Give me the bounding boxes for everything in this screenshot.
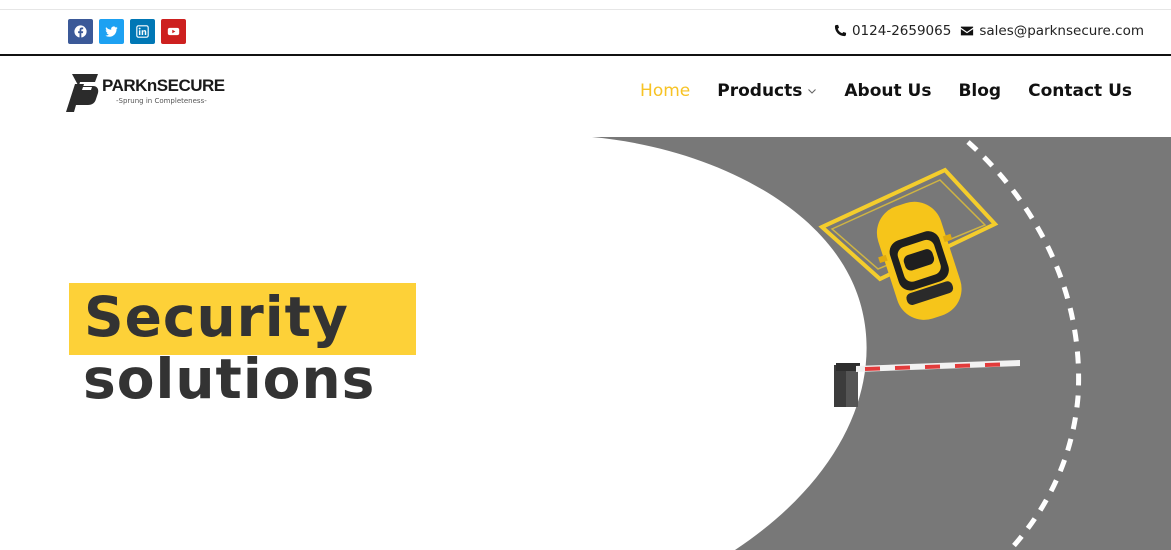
- nav-home[interactable]: Home: [640, 81, 690, 101]
- facebook-icon: [74, 25, 87, 38]
- headline-line-1: Security: [84, 285, 349, 349]
- logo-tagline: -Sprung in Completeness-: [116, 97, 207, 105]
- logo-mark-icon: [66, 74, 99, 112]
- linkedin-button[interactable]: [130, 19, 155, 44]
- contact-info: 0124-2659065 sales@parknsecure.com: [833, 23, 1144, 39]
- youtube-button[interactable]: [161, 19, 186, 44]
- email-link[interactable]: sales@parknsecure.com: [979, 23, 1144, 39]
- headline-line-2: solutions: [83, 347, 376, 411]
- nav-blog[interactable]: Blog: [958, 81, 1001, 101]
- linkedin-icon: [136, 25, 149, 38]
- email-icon: [961, 26, 974, 36]
- social-links: [68, 19, 186, 44]
- chevron-down-icon: [808, 89, 817, 94]
- phone-link[interactable]: 0124-2659065: [852, 23, 951, 39]
- nav-about[interactable]: About Us: [844, 81, 931, 101]
- logo-text: PARKnSECURE: [102, 76, 225, 95]
- top-bar: 0124-2659065 sales@parknsecure.com: [0, 9, 1171, 56]
- site-logo[interactable]: PARKnSECURE -Sprung in Completeness-: [66, 72, 226, 112]
- facebook-button[interactable]: [68, 19, 93, 44]
- twitter-icon: [105, 26, 118, 37]
- nav-contact[interactable]: Contact Us: [1028, 81, 1132, 101]
- phone-icon: [834, 24, 847, 37]
- nav-products-label: Products: [717, 81, 803, 101]
- youtube-icon: [167, 27, 180, 36]
- nav-products[interactable]: Products: [717, 81, 817, 101]
- twitter-button[interactable]: [99, 19, 124, 44]
- main-nav: Home Products About Us Blog Contact Us: [640, 81, 1132, 101]
